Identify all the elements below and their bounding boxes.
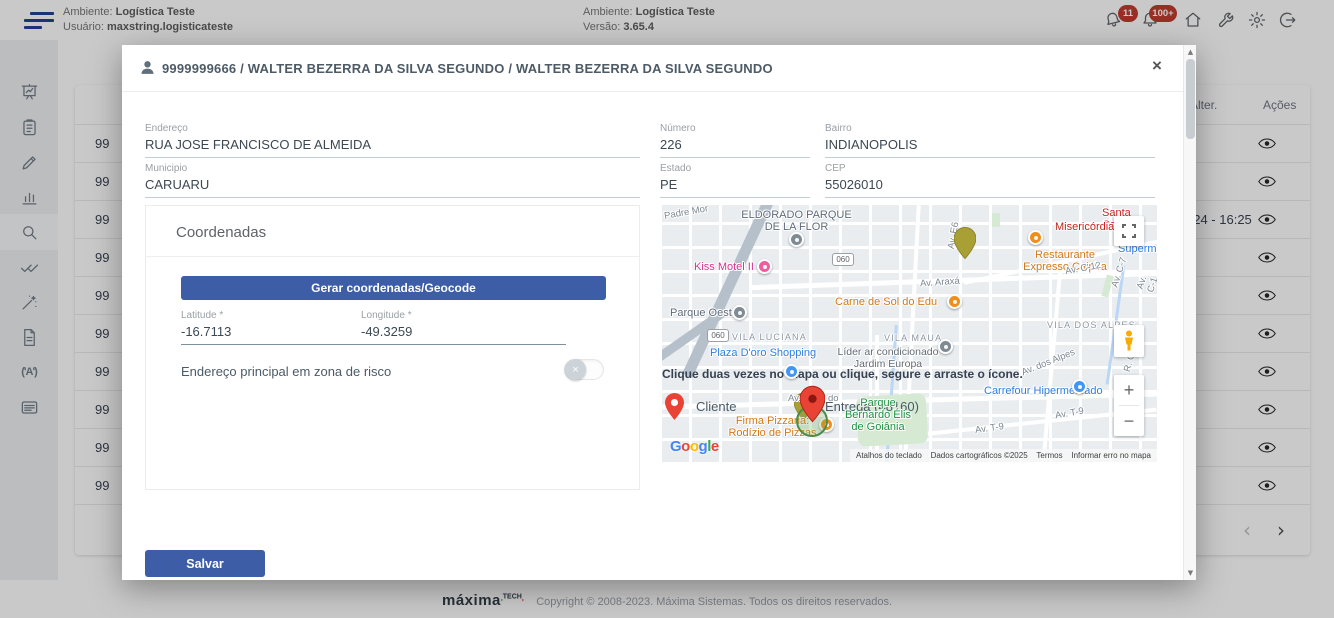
route-shield: 060 [832, 253, 854, 266]
route-shield: 060 [707, 329, 729, 342]
scrollbar-thumb[interactable] [1186, 59, 1195, 139]
zoom-in-button[interactable]: + [1114, 375, 1144, 405]
legend-cliente-label: Cliente [696, 399, 736, 414]
fullscreen-icon [1122, 224, 1136, 238]
map-label-vila-luciana: VILA LUCIANA [732, 332, 807, 342]
cliente-legend-pin [665, 393, 684, 420]
poi-restaurant-icon[interactable] [947, 294, 962, 309]
toggle-knob: × [565, 359, 586, 380]
latitude-field[interactable]: Latitude * -16.7113 [181, 310, 386, 345]
modal-scrollbar[interactable]: ▲ ▼ [1183, 45, 1196, 580]
map-label-misericordia: Misericórdia [1055, 221, 1114, 233]
map-label-lider: Líder ar condicionado Jardim Europa [834, 346, 942, 370]
risk-zone-label: Endereço principal em zona de risco [181, 364, 391, 379]
geocode-button[interactable]: Gerar coordenadas/Geocode [181, 276, 606, 300]
coordenadas-card: Coordenadas Gerar coordenadas/Geocode La… [145, 205, 640, 490]
risk-zone-toggle[interactable]: × [564, 359, 604, 380]
poi-hotel-icon[interactable] [757, 259, 772, 274]
longitude-field[interactable]: Longitude * -49.3259 [361, 310, 566, 345]
app-root: Ambiente: Logística Teste Usuário: maxst… [0, 0, 1334, 618]
map-data-link[interactable]: Dados cartográficos ©2025 [931, 451, 1028, 460]
poi-transit-icon[interactable] [789, 232, 804, 247]
estado-field[interactable]: Estado PE [660, 163, 810, 198]
person-icon [139, 59, 156, 76]
map-label-parque-bernardo: Parque Bernardo Élis de Goiânia [823, 397, 933, 433]
map-label-street: Padre Mor [663, 205, 709, 222]
client-address-modal: 9999999666 / WALTER BEZERRA DA SILVA SEG… [122, 45, 1196, 580]
bairro-field[interactable]: Bairro INDIANOPOLIS [825, 123, 1155, 158]
google-logo: Google [670, 438, 719, 455]
endereco-field[interactable]: Endereço RUA JOSE FRANCISCO DE ALMEIDA [145, 123, 640, 158]
municipio-field[interactable]: Municipio CARUARU [145, 163, 640, 198]
map-label-av-araxa: Av. Araxá [920, 276, 960, 290]
cep-field[interactable]: CEP 55026010 [825, 163, 1155, 198]
map-label-av-t9: Av. T-9 [974, 421, 1004, 436]
pegman-icon [1122, 330, 1136, 352]
pegman-button[interactable] [1114, 325, 1144, 357]
poi-shopping-icon[interactable] [784, 364, 799, 379]
keyboard-shortcuts-link[interactable]: Atalhos do teclado [856, 451, 922, 460]
coordenadas-title: Coordenadas [176, 224, 266, 241]
map-attribution: Atalhos do teclado Dados cartográficos ©… [850, 449, 1157, 462]
numero-field[interactable]: Número 226 [660, 123, 810, 158]
entrega-map-pin[interactable] [954, 227, 976, 259]
scroll-up-icon[interactable]: ▲ [1184, 48, 1197, 56]
map-label-carne-de-sol: Carne de Sol do Edu [835, 296, 937, 308]
map-label-av-c1: Av. C-1 [1135, 270, 1157, 294]
report-error-link[interactable]: Informar erro no mapa [1071, 451, 1151, 460]
coordenadas-divider [146, 256, 639, 257]
terms-link[interactable]: Termos [1036, 451, 1062, 460]
park-area [992, 213, 1000, 227]
map-label-kiss-motel: Kiss Motel II [694, 261, 754, 273]
modal-header-divider [122, 91, 1183, 92]
close-icon[interactable]: × [1152, 57, 1162, 74]
map-label-parque-oeste: Parque Oeste [670, 307, 738, 319]
poi-restaurant-icon[interactable] [1028, 230, 1043, 245]
fullscreen-button[interactable] [1114, 216, 1144, 246]
poi-supermarket-icon[interactable] [1072, 379, 1087, 394]
google-map[interactable]: Padre Mor ELDORADO PARQUE DE LA FLOR Kis… [662, 205, 1157, 462]
map-label-vila-maua: VILA MAUA [884, 333, 942, 343]
map-label-street-fragment: do [828, 393, 839, 404]
cliente-map-pin[interactable] [800, 385, 825, 423]
map-label-eldorado: ELDORADO PARQUE DE LA FLOR [734, 209, 859, 233]
save-button[interactable]: Salvar [145, 550, 265, 577]
poi-store-icon[interactable] [938, 339, 953, 354]
modal-title: 9999999666 / WALTER BEZERRA DA SILVA SEG… [162, 61, 773, 76]
scroll-down-icon[interactable]: ▼ [1184, 569, 1197, 577]
poi-transit-icon[interactable] [732, 305, 747, 320]
zoom-control: + − [1114, 375, 1144, 436]
map-label-plaza-doro: Plaza D'oro Shopping [710, 347, 816, 359]
zoom-out-button[interactable]: − [1114, 406, 1144, 436]
